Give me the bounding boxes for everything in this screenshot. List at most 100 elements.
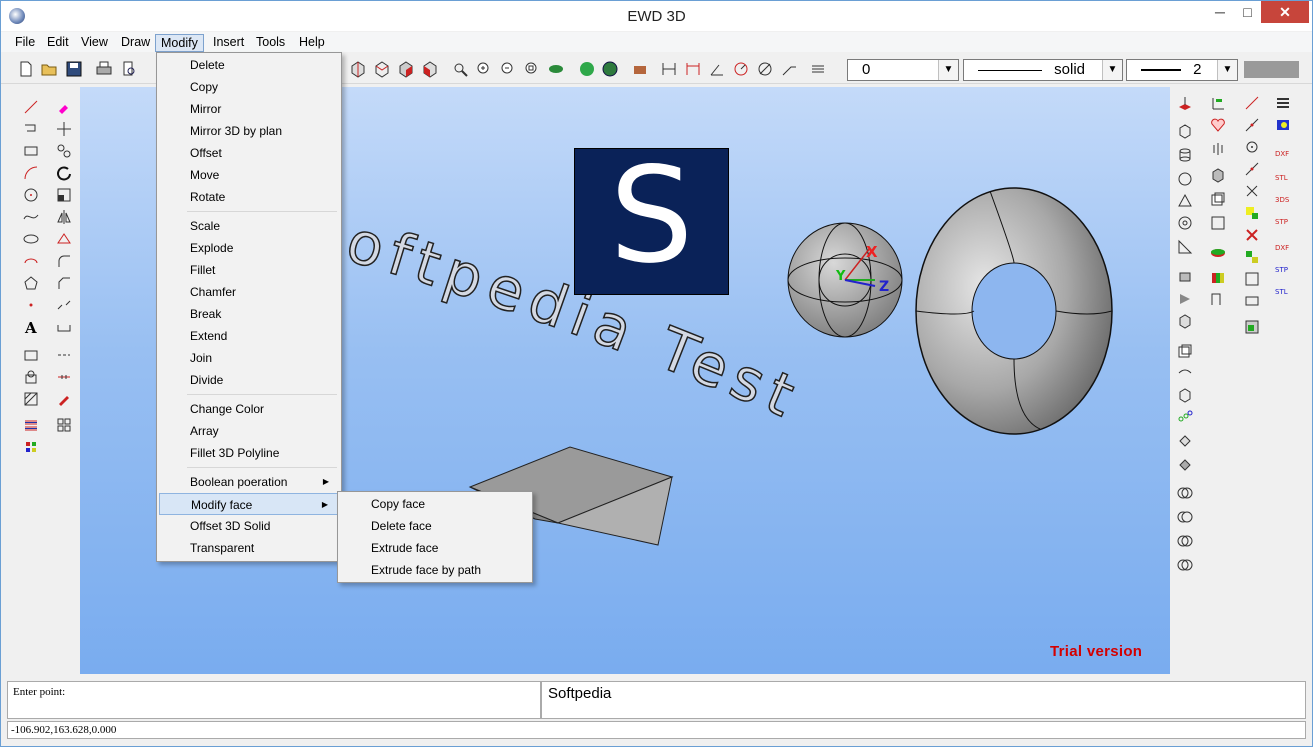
menu-view[interactable]: View <box>76 34 113 52</box>
delete-x-icon[interactable] <box>1244 227 1260 243</box>
chevron-down-icon[interactable]: ▼ <box>1217 60 1237 80</box>
close-button[interactable]: ✕ <box>1261 1 1309 23</box>
solid-edit-icon[interactable] <box>1177 387 1193 403</box>
submenu-item-extrude-face-by-path[interactable]: Extrude face by path <box>340 559 530 581</box>
line-icon[interactable] <box>23 99 39 115</box>
copy-icon[interactable] <box>56 143 72 159</box>
revolve-icon[interactable] <box>1177 269 1193 285</box>
wedge-icon[interactable] <box>1177 239 1193 255</box>
mesh-icon[interactable] <box>1244 249 1260 265</box>
gradient-icon[interactable] <box>23 417 39 433</box>
submenu-item-delete-face[interactable]: Delete face <box>340 515 530 537</box>
box-icon[interactable] <box>1177 123 1193 139</box>
circle-icon[interactable] <box>23 187 39 203</box>
subtract-icon[interactable] <box>1177 509 1193 525</box>
ray-icon[interactable] <box>1244 117 1260 133</box>
shell-icon[interactable] <box>1177 433 1193 449</box>
chevron-down-icon[interactable]: ▼ <box>1102 60 1122 80</box>
polygon-icon[interactable] <box>23 275 39 291</box>
zoom-in-icon[interactable] <box>475 60 493 78</box>
menu-item-rotate[interactable]: Rotate <box>159 186 339 208</box>
menu-item-scale[interactable]: Scale <box>159 215 339 237</box>
layer-manager-icon[interactable] <box>810 60 828 78</box>
submenu-item-extrude-face[interactable]: Extrude face <box>340 537 530 559</box>
menu-item-chamfer[interactable]: Chamfer <box>159 281 339 303</box>
menu-item-transparent[interactable]: Transparent <box>159 537 339 559</box>
lineweight-icon[interactable] <box>1275 95 1291 111</box>
torus-icon[interactable] <box>1177 215 1193 231</box>
rectangle-icon[interactable] <box>23 143 39 159</box>
point-icon[interactable] <box>23 297 39 313</box>
export-3ds-icon[interactable]: 3DS <box>1275 189 1291 205</box>
import-stp-icon[interactable]: STP <box>1275 259 1291 275</box>
circle3d-icon[interactable] <box>1244 139 1260 155</box>
imprint-icon[interactable] <box>1177 457 1193 473</box>
diameter-dimension-icon[interactable] <box>756 60 774 78</box>
print-preview-icon[interactable] <box>120 60 138 78</box>
heart-icon[interactable] <box>1210 117 1226 133</box>
loft-icon[interactable] <box>1177 291 1193 307</box>
menu-file[interactable]: File <box>10 34 40 52</box>
angle-dimension-icon[interactable] <box>708 60 726 78</box>
render-sphere-icon[interactable] <box>578 60 596 78</box>
lights-icon[interactable] <box>1210 269 1226 285</box>
color-swatch[interactable] <box>1244 61 1299 78</box>
dimension-aligned-icon[interactable] <box>684 60 702 78</box>
export-stl-icon[interactable]: STL <box>1275 167 1291 183</box>
move-icon[interactable] <box>56 121 72 137</box>
menu-item-divide[interactable]: Divide <box>159 369 339 391</box>
chamfer-icon[interactable] <box>56 275 72 291</box>
view-cube-icon-2[interactable] <box>373 60 391 78</box>
section-icon[interactable] <box>1177 343 1193 359</box>
sphere-icon[interactable] <box>1177 171 1193 187</box>
lineweight-combo[interactable]: 2 ▼ <box>1126 59 1238 81</box>
minimize-button[interactable]: ─ <box>1206 1 1234 23</box>
zoom-window-icon[interactable] <box>451 60 469 78</box>
view-cube-icon-1[interactable] <box>349 60 367 78</box>
menu-item-break[interactable]: Break <box>159 303 339 325</box>
sweep-icon[interactable] <box>1177 313 1193 329</box>
menu-tools[interactable]: Tools <box>251 34 290 52</box>
layers-icon[interactable] <box>631 60 649 78</box>
export-dxf-icon[interactable]: DXF <box>1275 143 1291 159</box>
hatch-icon[interactable] <box>23 391 39 407</box>
view-cube-icon-3[interactable] <box>397 60 415 78</box>
erase-icon[interactable] <box>56 99 72 115</box>
menu-item-mirror-3d[interactable]: Mirror 3D by plan <box>159 120 339 142</box>
palette-icon[interactable] <box>23 439 39 455</box>
menu-item-change-color[interactable]: Change Color <box>159 398 339 420</box>
pan-icon[interactable] <box>547 60 565 78</box>
menu-item-join[interactable]: Join <box>159 347 339 369</box>
maximize-button[interactable]: □ <box>1234 1 1261 23</box>
menu-item-fillet-3d-polyline[interactable]: Fillet 3D Polyline <box>159 442 339 464</box>
leader-icon[interactable] <box>780 60 798 78</box>
command-input[interactable]: Softpedia <box>541 681 1306 719</box>
mirror3d-icon[interactable] <box>1210 141 1226 157</box>
edge-icon[interactable] <box>1244 293 1260 309</box>
image-icon[interactable] <box>1244 319 1260 335</box>
menu-item-modify-face[interactable]: Modify face ▶ <box>159 493 339 515</box>
menu-edit[interactable]: Edit <box>42 34 74 52</box>
ucs-icon[interactable] <box>1210 95 1226 111</box>
menu-modify[interactable]: Modify <box>155 34 204 52</box>
grid-icon[interactable] <box>56 417 72 433</box>
polyline-icon[interactable] <box>23 121 39 137</box>
align-3d-icon[interactable] <box>1210 191 1226 207</box>
interfere-icon[interactable] <box>1177 557 1193 573</box>
extrude-icon[interactable] <box>1177 95 1193 111</box>
block-icon[interactable] <box>23 347 39 363</box>
text-icon[interactable]: A <box>23 319 39 335</box>
mesh-edit-icon[interactable] <box>1244 271 1260 287</box>
radius-dimension-icon[interactable] <box>732 60 750 78</box>
menu-item-explode[interactable]: Explode <box>159 237 339 259</box>
cone-icon[interactable] <box>1177 193 1193 209</box>
slice-icon[interactable] <box>1177 365 1193 381</box>
box-3d-icon[interactable] <box>1210 167 1226 183</box>
render-material-icon[interactable] <box>1275 117 1291 133</box>
zoom-extents-icon[interactable] <box>523 60 541 78</box>
cross-icon[interactable] <box>1244 183 1260 199</box>
menu-item-offset[interactable]: Offset <box>159 142 339 164</box>
elliptic-arc-icon[interactable] <box>23 253 39 269</box>
chevron-down-icon[interactable]: ▼ <box>938 60 958 80</box>
mirror-icon[interactable] <box>56 209 72 225</box>
